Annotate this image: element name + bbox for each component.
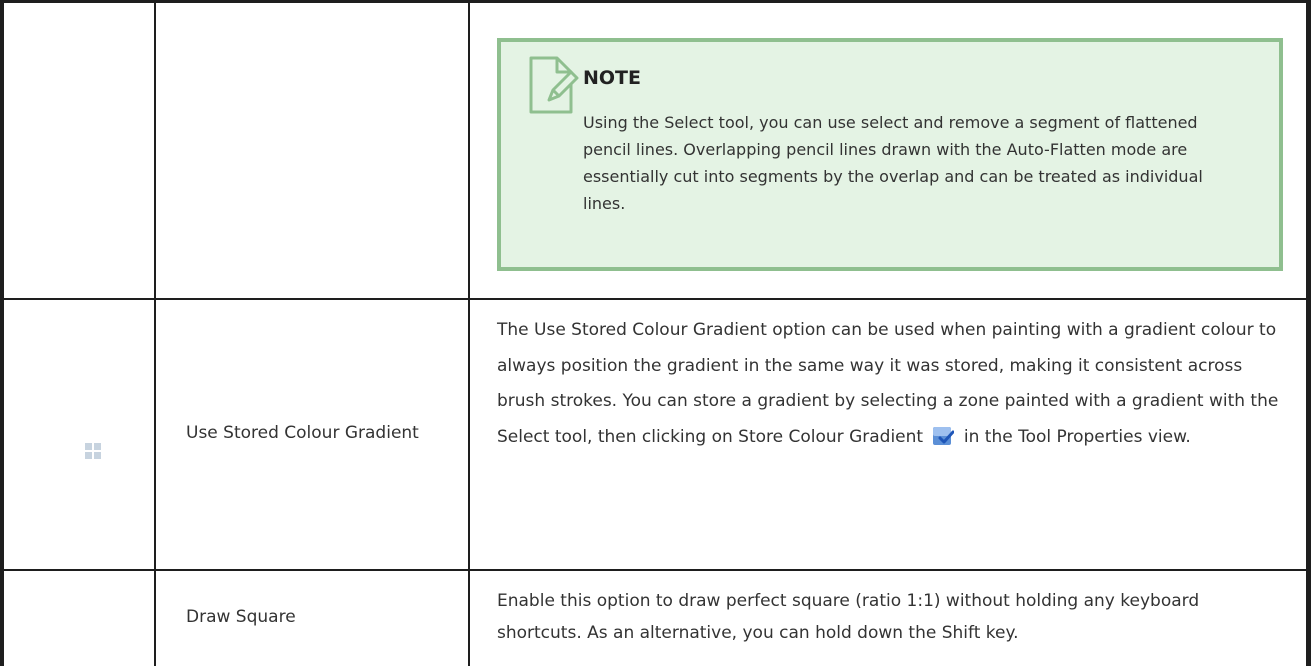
table-column-divider: [468, 0, 470, 666]
option-name: Draw Square: [186, 607, 296, 627]
table-row-divider: [0, 569, 1311, 571]
table-border-right: [1306, 0, 1311, 666]
table-border-left: [0, 0, 4, 666]
table-border-top: [0, 0, 1311, 3]
option-description: The Use Stored Colour Gradient option ca…: [497, 320, 1279, 447]
store-colour-gradient-icon: [933, 426, 955, 445]
note-pencil-icon: [529, 56, 579, 114]
table-row-divider: [0, 298, 1311, 300]
note-title: NOTE: [583, 67, 641, 89]
table-column-divider: [154, 0, 156, 666]
grid-icon: [85, 443, 101, 459]
option-name: Use Stored Colour Gradient: [186, 423, 419, 443]
option-description: Enable this option to draw perfect squar…: [497, 591, 1200, 643]
note-box: NOTE Using the Select tool, you can use …: [497, 38, 1283, 271]
options-table: NOTE Using the Select tool, you can use …: [0, 0, 1311, 666]
note-body: Using the Select tool, you can use selec…: [583, 113, 1203, 213]
